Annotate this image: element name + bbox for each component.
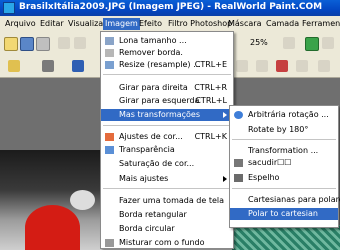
menu-editar[interactable]: Editar: [38, 18, 66, 30]
submenu-item-arbitraria-rotacao[interactable]: Arbitrária rotação ...: [230, 109, 338, 121]
menu-item-label: Saturação de cor...: [119, 159, 195, 168]
rotate-icon: [234, 111, 243, 119]
menu-item-label: sacudir☐☐: [248, 158, 292, 167]
menu-item-transparencia[interactable]: Transparência: [101, 144, 233, 156]
submenu-item-transformation[interactable]: Transformation ...: [230, 145, 338, 157]
menu-item-label: Borda circular: [119, 224, 175, 233]
menu-item-label: Espelho: [248, 173, 280, 182]
crop-icon: [105, 49, 114, 57]
tool-icon-b[interactable]: [256, 60, 268, 72]
menu-item-label: Polar to cartesian: [248, 209, 318, 218]
menu-camada[interactable]: Camada: [264, 18, 301, 30]
transformations-submenu: Arbitrária rotação ... Rotate by 180° Tr…: [229, 105, 340, 228]
menu-item-label: Cartesianas para polares: [248, 195, 340, 204]
menu-item-lona-tamanho[interactable]: Lona tamanho ...: [101, 35, 233, 47]
app-icon: [3, 2, 15, 14]
menu-item-label: Resize (resample) ...: [119, 60, 201, 69]
menu-item-label: Arbitrária rotação ...: [248, 110, 329, 119]
menu-mascara[interactable]: Máscara: [226, 18, 263, 30]
menu-item-label: Transformation ...: [248, 146, 319, 155]
submenu-item-rotate-180[interactable]: Rotate by 180°: [230, 124, 338, 136]
open-folder-icon[interactable]: [4, 37, 18, 51]
menu-item-resize[interactable]: Resize (resample) ... CTRL+E: [101, 59, 233, 71]
window-title: BrasilxItália2009.JPG (Imagem JPEG) - Re…: [19, 2, 323, 12]
menu-item-label: Girar para direita: [119, 83, 188, 92]
toolbar-more-icon[interactable]: [322, 37, 334, 49]
print-icon[interactable]: [36, 37, 50, 51]
blend-icon: [105, 239, 114, 247]
menu-item-girar-esquerda[interactable]: Girar para esquerda CTRL+L: [101, 95, 233, 107]
transparency-icon: [105, 146, 114, 154]
submenu-item-espelho[interactable]: Espelho: [230, 172, 338, 184]
menu-item-tomada-tela[interactable]: Fazer uma tomada de tela: [101, 195, 233, 207]
submenu-item-cartesianas-polares[interactable]: Cartesianas para polares: [230, 194, 340, 206]
menu-item-mais-ajustes[interactable]: Mais ajustes: [101, 173, 233, 185]
menu-item-label: Misturar com o fundo: [119, 238, 205, 247]
tool-icon-d[interactable]: [296, 60, 308, 72]
menu-item-shortcut: CTRL+E: [194, 60, 227, 69]
menu-item-label: Ajustes de cor...: [119, 132, 183, 141]
zoom-value[interactable]: 25%: [250, 38, 268, 47]
resize-icon: [105, 61, 114, 69]
mirror-icon: [234, 174, 243, 182]
menu-item-label: Mas transformações: [119, 110, 201, 119]
magic-wand-icon[interactable]: [8, 60, 20, 72]
tool-icon-a[interactable]: [236, 60, 248, 72]
photo-image-secondary: [232, 225, 340, 250]
photo-red-shape: [25, 205, 80, 250]
menu-filtro-photoshop[interactable]: Filtro Photoshop: [166, 18, 234, 30]
menu-item-label: Lona tamanho ...: [119, 36, 187, 45]
redo-icon[interactable]: [74, 37, 86, 49]
menu-item-saturacao[interactable]: Saturação de cor...: [101, 158, 233, 170]
selection-icon[interactable]: [42, 60, 54, 72]
menu-separator: [232, 188, 336, 189]
menu-item-misturar-fundo[interactable]: Misturar com o fundo: [101, 237, 233, 249]
canvas-size-icon: [105, 37, 114, 45]
menu-imagem[interactable]: Imagem: [103, 18, 140, 30]
photo-light-shape: [70, 190, 95, 210]
menu-efeito[interactable]: Efeito: [137, 18, 164, 30]
menu-item-ajustes-cor[interactable]: Ajustes de cor... CTRL+K: [101, 131, 233, 143]
shake-icon: [234, 159, 243, 167]
tool-icon-e[interactable]: [318, 60, 330, 72]
menu-separator: [103, 125, 231, 126]
menu-item-label: Mais ajustes: [119, 174, 169, 183]
tool-icon-c[interactable]: [276, 60, 288, 72]
menu-arquivo[interactable]: Arquivo: [3, 18, 38, 30]
menu-item-remover-borda[interactable]: Remover borda.: [101, 47, 233, 59]
color-adjust-icon: [105, 133, 114, 141]
submenu-arrow-icon: [223, 112, 227, 118]
green-tool-icon[interactable]: [305, 37, 319, 51]
image-menu: Lona tamanho ... Remover borda. Resize (…: [100, 31, 234, 249]
menu-separator: [103, 188, 231, 189]
menu-item-shortcut: CTRL+K: [194, 132, 227, 141]
save-icon[interactable]: [20, 37, 34, 51]
menu-item-label: Girar para esquerda: [119, 96, 200, 105]
menu-item-label: Rotate by 180°: [248, 125, 309, 134]
title-bar: BrasilxItália2009.JPG (Imagem JPEG) - Re…: [0, 0, 340, 16]
menu-item-borda-circular[interactable]: Borda circular: [101, 223, 233, 235]
zoom-dropdown-icon[interactable]: [283, 37, 295, 49]
menu-item-label: Fazer uma tomada de tela: [119, 196, 225, 205]
submenu-item-sacudir[interactable]: sacudir☐☐: [230, 157, 338, 169]
menu-separator: [232, 139, 336, 140]
menu-item-shortcut: CTRL+R: [194, 83, 227, 92]
menu-item-borda-retangular[interactable]: Borda retangular: [101, 209, 233, 221]
undo-icon[interactable]: [58, 37, 70, 49]
submenu-item-polar-to-cartesian[interactable]: Polar to cartesian: [230, 208, 338, 220]
menu-item-label: Transparência: [119, 145, 175, 154]
menu-separator: [103, 74, 231, 75]
menu-item-mas-transformacoes[interactable]: Mas transformações: [101, 109, 233, 121]
menu-item-label: Borda retangular: [119, 210, 187, 219]
text-tool-icon[interactable]: [72, 60, 84, 72]
menu-ferramentas[interactable]: Ferramentas: [300, 18, 340, 30]
menu-item-label: Remover borda.: [119, 48, 183, 57]
menu-item-girar-direita[interactable]: Girar para direita CTRL+R: [101, 82, 233, 94]
submenu-arrow-icon: [223, 176, 227, 182]
menu-item-shortcut: CTRL+L: [195, 96, 227, 105]
